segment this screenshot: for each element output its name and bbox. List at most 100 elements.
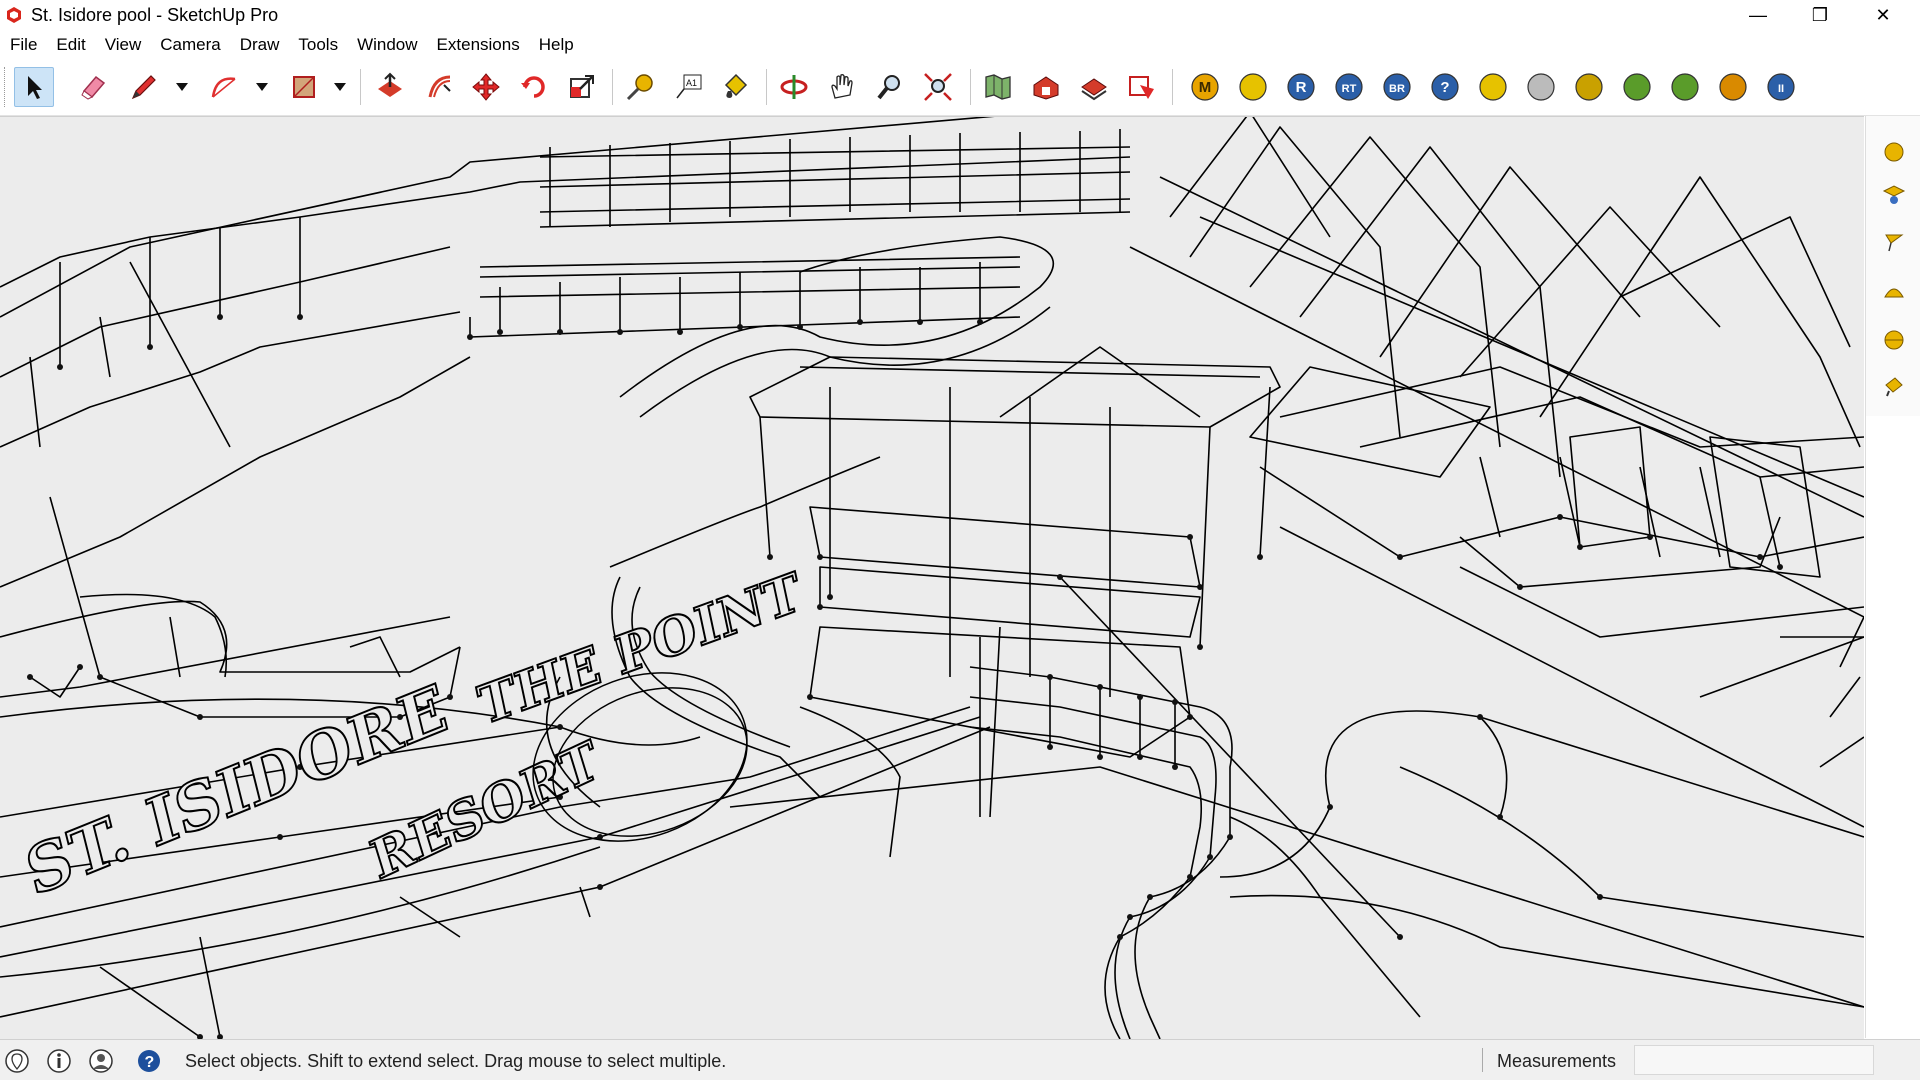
wireframe-vertex	[827, 594, 833, 600]
tape-measure-tool-button[interactable]	[620, 67, 660, 107]
tray-button-6[interactable]	[1878, 370, 1910, 402]
plugin-button-10[interactable]	[1617, 67, 1657, 107]
close-button[interactable]: ✕	[1852, 0, 1914, 30]
credits-status-button[interactable]	[46, 1048, 72, 1074]
wireframe-vertex	[557, 724, 563, 730]
push-pull-tool-button[interactable]	[370, 67, 410, 107]
menu-camera[interactable]: Camera	[150, 32, 229, 58]
tray-button-2[interactable]	[1878, 178, 1910, 210]
scale-tool-button[interactable]	[562, 67, 602, 107]
paint-bucket-tool-button[interactable]	[716, 67, 756, 107]
location-pin-icon	[5, 1049, 29, 1073]
wireframe-vertex	[677, 329, 683, 335]
menu-window[interactable]: Window	[347, 32, 426, 58]
menu-help[interactable]: Help	[529, 32, 583, 58]
minimize-button[interactable]: —	[1727, 0, 1789, 30]
plugin-button-9[interactable]	[1569, 67, 1609, 107]
shape-tool-dropdown[interactable]	[332, 67, 348, 107]
status-message: Select objects. Shift to extend select. …	[185, 1051, 727, 1071]
orbit-tool-button[interactable]	[774, 67, 814, 107]
tray-button-3[interactable]	[1878, 226, 1910, 258]
measurements-input[interactable]	[1634, 1045, 1874, 1075]
menu-edit[interactable]: Edit	[46, 32, 94, 58]
plugin-badge-icon: II	[1767, 73, 1795, 101]
tray-button-5[interactable]	[1878, 324, 1910, 356]
shape-tool-button[interactable]	[284, 67, 324, 107]
text-tool-button[interactable]: A1	[668, 67, 708, 107]
plugin-button-11[interactable]	[1665, 67, 1705, 107]
scale-icon	[570, 75, 594, 98]
menu-file[interactable]: File	[0, 32, 46, 58]
rotate-icon	[521, 76, 545, 98]
wireframe-vertex	[147, 344, 153, 350]
pan-tool-button[interactable]	[822, 67, 862, 107]
wireframe-vertex	[1597, 894, 1603, 900]
plugin-button-6[interactable]: ?	[1425, 67, 1465, 107]
rotate-tool-button[interactable]	[514, 67, 554, 107]
plugin-button-7[interactable]	[1473, 67, 1513, 107]
geolocation-status-button[interactable]	[4, 1048, 30, 1074]
plugin-button-4[interactable]: RT	[1329, 67, 1369, 107]
sphere-icon	[1884, 142, 1904, 162]
wireframe-vertex	[597, 884, 603, 890]
arc-tool-dropdown[interactable]	[254, 67, 270, 107]
measurements-divider	[1482, 1048, 1483, 1072]
close-icon: ✕	[1875, 4, 1891, 25]
account-status-button[interactable]	[88, 1048, 114, 1074]
warehouse-icon	[1033, 76, 1059, 100]
tray-button-4[interactable]	[1878, 276, 1910, 308]
wireframe-vertex	[1197, 644, 1203, 650]
toolbar-grip[interactable]	[4, 67, 8, 107]
measurements-label: Measurements	[1497, 1051, 1617, 1071]
wireframe-vertex	[617, 329, 623, 335]
window-title: St. Isidore pool - SketchUp Pro	[31, 5, 279, 25]
move-icon	[472, 73, 500, 101]
move-tool-button[interactable]	[466, 67, 506, 107]
layout-tool-button[interactable]	[1122, 67, 1162, 107]
text-icon: A1	[676, 74, 702, 99]
menu-tools[interactable]: Tools	[288, 32, 347, 58]
wireframe-vertex	[1647, 534, 1653, 540]
wireframe-vertex	[1137, 694, 1143, 700]
menu-extensions[interactable]: Extensions	[427, 32, 529, 58]
line-tool-button[interactable]	[124, 67, 164, 107]
plugin-button-5[interactable]: BR	[1377, 67, 1417, 107]
tray-button-1[interactable]	[1878, 136, 1910, 168]
wireframe-vertex	[817, 554, 823, 560]
wireframe-vertex	[1227, 834, 1233, 840]
toolbar-separator	[970, 69, 971, 105]
select-tool-button[interactable]	[14, 67, 54, 107]
chevron-down-icon	[256, 83, 268, 91]
orbit-icon	[780, 75, 808, 99]
instructor-help-button[interactable]: ?	[136, 1048, 162, 1074]
wireframe-vertex	[1187, 714, 1193, 720]
plugin-button-2[interactable]	[1233, 67, 1273, 107]
target-icon	[1719, 73, 1747, 101]
extension-warehouse-tool-button[interactable]	[1074, 67, 1114, 107]
plugin-button-8[interactable]	[1521, 67, 1561, 107]
arc-tool-button[interactable]	[204, 67, 244, 107]
model-viewport[interactable]: ST. ISIDORE THE POINT RESORT	[0, 116, 1864, 1039]
3d-warehouse-tool-button[interactable]	[1026, 67, 1066, 107]
plugin-button-3[interactable]: R	[1281, 67, 1321, 107]
zoom-tool-button[interactable]	[870, 67, 910, 107]
menu-draw[interactable]: Draw	[230, 32, 289, 58]
line-tool-dropdown[interactable]	[174, 67, 190, 107]
plugin-button-12[interactable]	[1713, 67, 1753, 107]
toolbar-separator	[1172, 69, 1173, 105]
offset-tool-button[interactable]	[420, 67, 460, 107]
zoom-extents-tool-button[interactable]	[918, 67, 958, 107]
eraser-tool-button[interactable]	[74, 67, 114, 107]
add-location-tool-button[interactable]	[978, 67, 1018, 107]
arrow-cursor-icon	[28, 76, 42, 99]
menu-view[interactable]: View	[95, 32, 151, 58]
maximize-button[interactable]: ❐	[1789, 0, 1851, 30]
plugin-button-13[interactable]: II	[1761, 67, 1801, 107]
wireframe-vertex	[1497, 814, 1503, 820]
sphere-icon	[1527, 73, 1555, 101]
wireframe-vertex	[467, 334, 473, 340]
wireframe-vertex	[1097, 684, 1103, 690]
wireframe-vertex	[1097, 754, 1103, 760]
wireframe-vertex	[1187, 874, 1193, 880]
plugin-button-1[interactable]: M	[1185, 67, 1225, 107]
